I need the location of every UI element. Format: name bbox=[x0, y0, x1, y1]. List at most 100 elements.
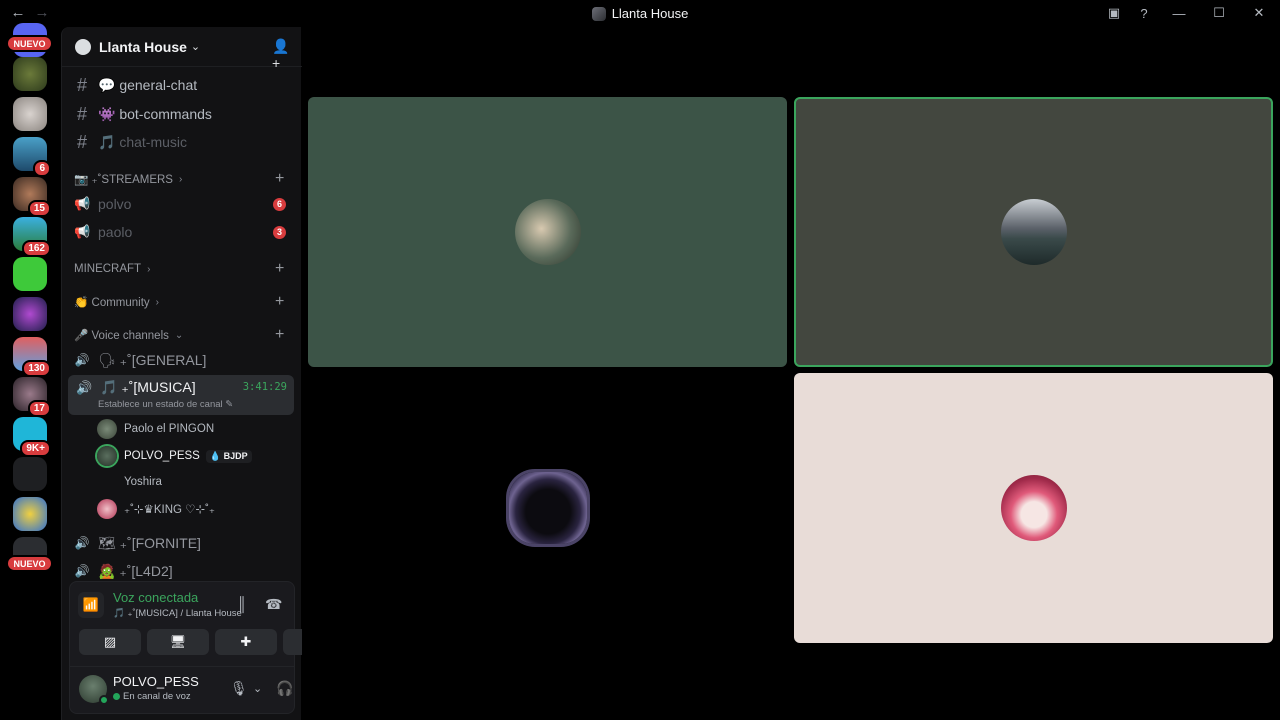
add-channel-button[interactable]: + bbox=[275, 260, 284, 278]
category-minecraft[interactable]: MINECRAFT › bbox=[74, 259, 150, 279]
channel-paolo[interactable]: 📢 paolo 3 bbox=[74, 219, 286, 245]
set-channel-status[interactable]: Establece un estado de canal ✎ bbox=[98, 399, 233, 410]
hash-icon: # bbox=[76, 74, 87, 95]
server-icon[interactable]: 130 bbox=[13, 337, 51, 377]
channel-label: 🎵 chat-music bbox=[98, 133, 188, 150]
server-icon[interactable]: 162 bbox=[13, 217, 51, 257]
voice-member[interactable]: Yoshira bbox=[97, 470, 162, 494]
channel-label: paolo bbox=[98, 224, 133, 240]
minimize-button[interactable]: — bbox=[1164, 6, 1194, 21]
voice-member[interactable]: POLVO_PESS 💧 BJDP bbox=[97, 444, 252, 468]
unread-badge: 6 bbox=[33, 160, 51, 177]
channel-general-chat[interactable]: # 💬 general-chat bbox=[74, 72, 197, 98]
server-icon[interactable]: 15 bbox=[13, 177, 51, 217]
server-icon[interactable]: 6 bbox=[13, 137, 51, 177]
category-label: 🎤 Voice channels bbox=[74, 330, 169, 342]
new-badge: NUEVO bbox=[6, 555, 53, 572]
category-label: 📷 ₊˚STREAMERS bbox=[74, 174, 173, 186]
speaker-icon: 🔊 bbox=[74, 564, 90, 578]
speaker-icon: 🔊 bbox=[74, 536, 90, 550]
voice-dot-icon bbox=[113, 693, 120, 700]
inbox-icon[interactable]: ▣ bbox=[1104, 4, 1124, 22]
server-icon[interactable] bbox=[13, 57, 47, 91]
avatar bbox=[1000, 199, 1067, 265]
server-tag: 💧 BJDP bbox=[205, 449, 252, 463]
voice-channel-general[interactable]: 🔊 🗣 ₊˚[GENERAL] bbox=[74, 347, 207, 373]
participant-tile[interactable] bbox=[308, 97, 787, 367]
voice-connected-label[interactable]: Voz conectada bbox=[113, 590, 198, 605]
add-channel-button[interactable]: + bbox=[275, 293, 284, 311]
channel-label: polvo bbox=[98, 196, 132, 212]
avatar bbox=[97, 472, 117, 492]
noise-suppression-icon[interactable]: ║ bbox=[237, 596, 247, 612]
signal-icon[interactable]: 📶 bbox=[78, 592, 104, 618]
activities-button[interactable]: ✚ bbox=[215, 629, 277, 655]
unread-badge: 17 bbox=[27, 400, 51, 417]
chevron-down-icon[interactable]: ⌄ bbox=[253, 682, 262, 695]
camera-off-button[interactable]: ▨ bbox=[79, 629, 141, 655]
voice-channel-fornite[interactable]: 🔊 🗺 ₊˚[FORNITE] bbox=[74, 530, 201, 556]
voice-connected-channel[interactable]: 🎵 ₊˚[MUSICA] / Llanta House bbox=[113, 608, 242, 619]
avatar bbox=[508, 472, 587, 544]
microphone-icon[interactable]: 🎙 bbox=[230, 680, 248, 697]
call-timer: 3:41:29 bbox=[242, 381, 287, 393]
add-channel-button[interactable]: + bbox=[275, 170, 284, 188]
add-channel-button[interactable]: + bbox=[275, 326, 284, 344]
category-voice-channels[interactable]: 🎤 Voice channels ⌄ bbox=[74, 325, 183, 345]
avatar bbox=[1000, 475, 1067, 541]
avatar bbox=[514, 199, 581, 265]
megaphone-icon: 📢 bbox=[74, 224, 91, 239]
server-icon[interactable]: 17 bbox=[13, 377, 51, 417]
server-icon[interactable] bbox=[13, 297, 47, 331]
username[interactable]: POLVO_PESS bbox=[113, 674, 199, 689]
invite-icon[interactable]: 👤+ bbox=[272, 38, 290, 71]
user-panel: POLVO_PESS En canal de voz 🎙 ⌄ bbox=[69, 667, 295, 714]
member-name: POLVO_PESS bbox=[124, 450, 200, 462]
server-icon[interactable] bbox=[13, 457, 47, 491]
unread-badge: 3 bbox=[273, 225, 286, 239]
channel-chat-music[interactable]: # 🎵 chat-music bbox=[74, 129, 187, 155]
maximize-button[interactable]: ☐ bbox=[1204, 5, 1234, 21]
voice-connection-panel: 📶 Voz conectada 🎵 ₊˚[MUSICA] / Llanta Ho… bbox=[69, 581, 345, 667]
megaphone-icon: 📢 bbox=[74, 196, 91, 211]
server-icon[interactable] bbox=[13, 97, 47, 131]
voice-channel-musica[interactable]: 🔊 🎵 ₊˚[MUSICA] 3:41:29 Establece un esta… bbox=[68, 375, 294, 415]
category-community[interactable]: 👏 Community › bbox=[74, 292, 159, 312]
unread-badge: 130 bbox=[22, 360, 51, 377]
channel-label: 🧟 ₊˚[L4D2] bbox=[98, 562, 173, 579]
channel-label: 🎵 ₊˚[MUSICA] bbox=[100, 379, 196, 395]
headset-icon[interactable]: 🎧 bbox=[276, 680, 293, 697]
unread-badge: 6 bbox=[273, 197, 286, 211]
member-name: Paolo el PINGON bbox=[124, 423, 215, 435]
voice-stage bbox=[302, 27, 1280, 720]
disconnect-icon[interactable]: ☎ bbox=[265, 596, 282, 613]
unread-badge: 15 bbox=[27, 200, 51, 217]
category-streamers[interactable]: 📷 ₊˚STREAMERS › bbox=[74, 169, 182, 189]
close-button[interactable]: ✕ bbox=[1244, 5, 1274, 21]
title-bar: ← → Llanta House ▣ ? — ☐ ✕ bbox=[0, 0, 1280, 27]
participant-tile-speaking[interactable] bbox=[794, 97, 1273, 367]
category-label: 👏 Community bbox=[74, 297, 150, 309]
guild-icon bbox=[75, 38, 91, 55]
avatar bbox=[97, 499, 117, 519]
guild-header[interactable]: Llanta House ⌄ 👤+ bbox=[62, 27, 302, 71]
hash-icon: # bbox=[76, 103, 87, 124]
share-screen-button[interactable]: 🖥 bbox=[147, 629, 209, 655]
channel-label: 👾 bot-commands bbox=[98, 105, 212, 122]
channel-bot-commands[interactable]: # 👾 bot-commands bbox=[74, 101, 212, 127]
server-icon[interactable] bbox=[13, 257, 47, 291]
voice-member[interactable]: ₊˚⊹♛KING ♡⊹˚₊ bbox=[97, 497, 215, 521]
participant-tile[interactable] bbox=[794, 373, 1273, 643]
server-icon[interactable] bbox=[13, 497, 47, 531]
category-label: MINECRAFT bbox=[74, 263, 142, 275]
channel-sidebar: Llanta House ⌄ 👤+ # 💬 general-chat # 👾 b… bbox=[61, 27, 345, 720]
server-rail: NUEVO 6 15 162 130 17 9K+ NUEVO bbox=[0, 23, 60, 720]
help-icon[interactable]: ? bbox=[1134, 4, 1154, 22]
member-name: ₊˚⊹♛KING ♡⊹˚₊ bbox=[124, 504, 216, 516]
server-icon[interactable]: 9K+ bbox=[13, 417, 51, 457]
participant-tile[interactable] bbox=[308, 373, 787, 643]
user-status-text: En canal de voz bbox=[123, 691, 191, 702]
chevron-right-icon: › bbox=[178, 173, 183, 185]
voice-member[interactable]: Paolo el PINGON bbox=[97, 417, 214, 441]
channel-polvo[interactable]: 📢 polvo 6 bbox=[74, 191, 286, 217]
